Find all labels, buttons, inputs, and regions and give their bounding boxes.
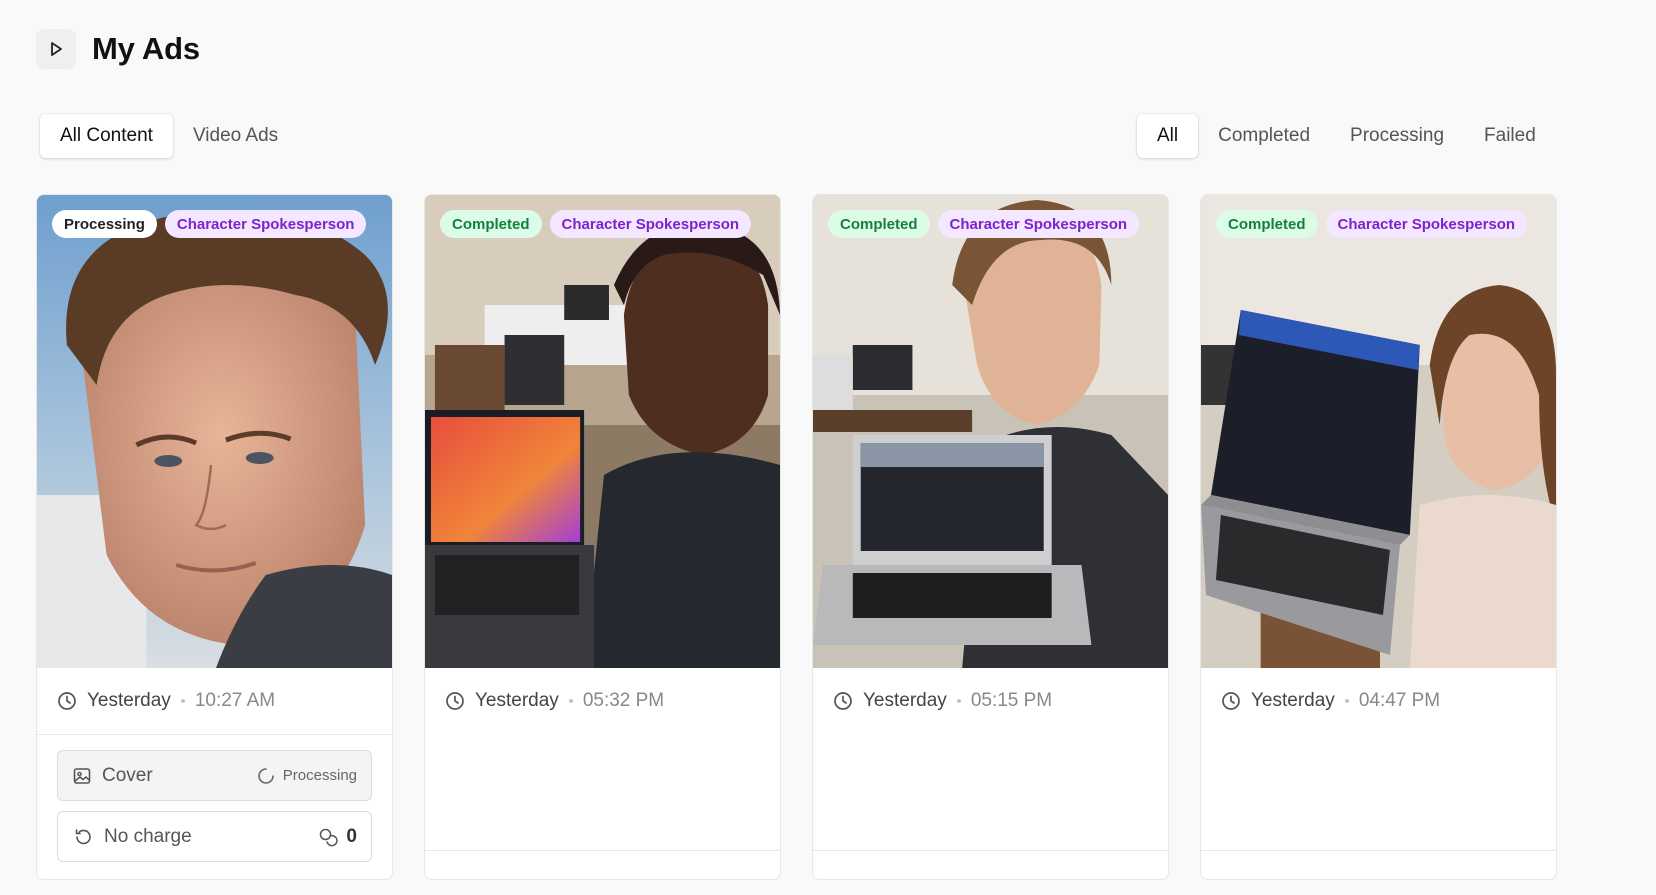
page-header: My Ads [36,29,200,69]
play-icon [51,42,62,56]
card-badges: Completed Character Spokesperson [440,210,752,238]
filter-processing[interactable]: Processing [1330,114,1464,158]
tab-video-ads[interactable]: Video Ads [173,114,298,158]
ad-thumbnail[interactable]: Completed Character Spokesperson [813,195,1168,668]
cover-row[interactable]: Cover Processing [57,750,372,801]
cover-label: Cover [102,764,153,786]
created-time: 10:27 AM [194,690,276,711]
image-icon [73,767,91,784]
filter-completed[interactable]: Completed [1198,114,1330,158]
thumbnail-image [1201,195,1556,668]
credit-count: 0 [346,825,357,847]
cover-status: Processing [282,767,357,784]
type-badge: Character Spokesperson [164,210,367,238]
tab-all-content[interactable]: All Content [40,114,173,158]
created-time: 05:32 PM [582,690,665,711]
card-badges: Completed Character Spokesperson [1216,210,1528,238]
created-time: 04:47 PM [1358,690,1441,711]
card-meta: Yesterday 05:15 PM [813,668,1168,734]
status-badge: Completed [440,210,542,238]
ad-thumbnail[interactable]: Processing Character Spokesperson [37,195,392,668]
separator-dot [956,699,961,703]
status-filter-tabs: All Completed Processing Failed [1137,114,1556,158]
thumbnail-image [37,195,392,668]
filter-all[interactable]: All [1137,114,1199,158]
card-meta: Yesterday 04:47 PM [1201,668,1556,734]
clock-icon [58,692,76,710]
charge-label: No charge [104,825,192,847]
type-badge: Character Spokesperson [937,210,1140,238]
refund-icon [75,828,91,844]
clock-icon [834,692,852,710]
charge-row: No charge 0 [57,811,372,862]
content-tabs: All Content Video Ads [40,114,298,158]
sidebar-toggle-button[interactable] [36,29,76,69]
type-badge: Character Spokesperson [1325,210,1528,238]
card-actions: Cover Processing No charge 0 [37,735,392,862]
created-time: 05:15 PM [970,690,1053,711]
card-meta: Yesterday 10:27 AM [37,668,392,734]
coins-icon [320,828,339,846]
ad-card[interactable]: Completed Character Spokesperson Yesterd… [1200,194,1557,880]
loading-spinner-icon [258,767,274,784]
created-day: Yesterday [87,690,171,711]
ad-card[interactable]: Processing Character Spokesperson Yester… [36,194,393,880]
separator-dot [568,699,573,703]
card-footer-divider [425,850,780,851]
card-footer-divider [1201,850,1556,851]
status-badge: Processing [52,210,157,238]
ad-thumbnail[interactable]: Completed Character Spokesperson [1201,195,1556,668]
card-badges: Completed Character Spokesperson [828,210,1140,238]
thumbnail-image [425,195,780,668]
type-badge: Character Spokesperson [549,210,752,238]
created-day: Yesterday [475,690,559,711]
created-day: Yesterday [863,690,947,711]
clock-icon [446,692,464,710]
thumbnail-image [813,195,1168,668]
status-badge: Completed [828,210,930,238]
card-meta: Yesterday 05:32 PM [425,668,780,734]
clock-icon [1222,692,1240,710]
page-title: My Ads [92,31,200,66]
ad-card[interactable]: Completed Character Spokesperson Yesterd… [424,194,781,880]
created-day: Yesterday [1251,690,1335,711]
separator-dot [180,699,185,703]
filter-failed[interactable]: Failed [1464,114,1556,158]
separator-dot [1344,699,1349,703]
ads-grid: Processing Character Spokesperson Yester… [36,194,1557,880]
ad-card[interactable]: Completed Character Spokesperson Yesterd… [812,194,1169,880]
card-footer-divider [813,850,1168,851]
ad-thumbnail[interactable]: Completed Character Spokesperson [425,195,780,668]
card-badges: Processing Character Spokesperson [52,210,367,238]
status-badge: Completed [1216,210,1318,238]
